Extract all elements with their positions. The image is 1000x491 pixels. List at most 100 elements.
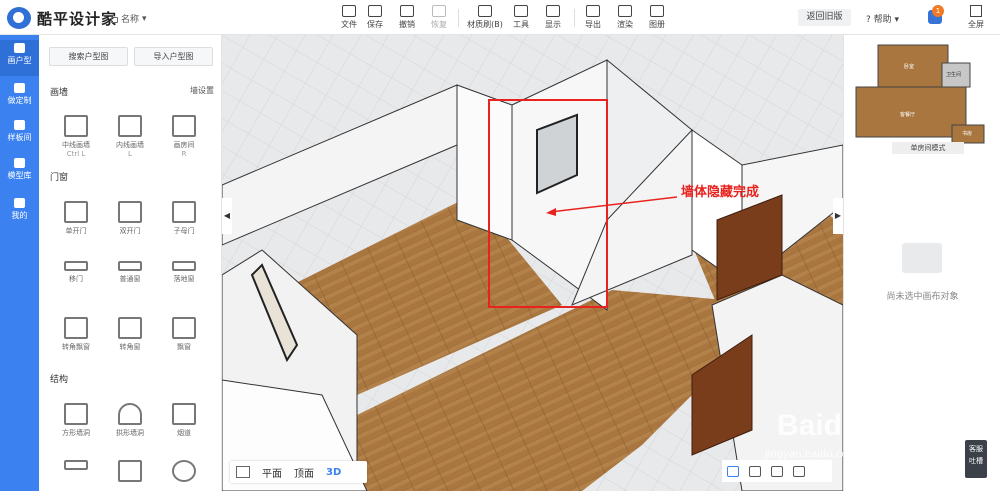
logo-text: 酷平设计家	[37, 9, 118, 28]
3d-viewport[interactable]: ◀ ▶	[222, 35, 843, 491]
album-icon	[650, 5, 664, 17]
tab-3d[interactable]: 3D	[320, 467, 347, 478]
lock-icon	[111, 16, 118, 23]
floorplan-icon	[14, 43, 25, 53]
tool-label: 拱形墙洞	[116, 429, 144, 437]
window-tool[interactable]: 普通窗	[103, 261, 157, 284]
brush-icon	[478, 5, 492, 17]
corner-window-icon	[118, 317, 142, 339]
room-label: 客餐厅	[900, 111, 915, 118]
fullscreen-button[interactable]: 全屏	[962, 3, 990, 30]
flue-tool[interactable]: 烟道	[157, 403, 211, 438]
tab-ceiling[interactable]: 顶面	[288, 465, 320, 480]
tool-label: 飘窗	[177, 343, 191, 351]
eye-icon	[546, 5, 560, 17]
wall-centerline-icon	[64, 115, 88, 137]
customer-service-button[interactable]: 客服 吐槽	[965, 440, 987, 478]
save-button[interactable]: 保存	[359, 3, 391, 33]
room-label: 卧室	[904, 63, 914, 70]
toolbar-divider	[458, 9, 459, 27]
search-floorplan-button[interactable]: 搜索户型图	[49, 47, 128, 66]
minimap[interactable]: 卧室 卫生间 客餐厅 书房 单房间模式	[850, 41, 996, 154]
innerline-wall-tool[interactable]: 内线画墙 L	[103, 115, 157, 159]
tools-button[interactable]: 工具	[505, 3, 537, 33]
single-room-mode-button[interactable]: 单房间模式	[892, 142, 964, 154]
nav-showroom[interactable]: 样板间	[0, 117, 39, 153]
tab-plan[interactable]: 平面	[256, 465, 288, 480]
zoom-out-icon[interactable]	[771, 465, 783, 477]
redo-icon	[432, 5, 446, 17]
tool-label: 方形墙洞	[62, 429, 90, 437]
nav-mine[interactable]: 我的	[0, 195, 39, 231]
top-toolbar: 酷平设计家 名称 ▾ 文件 保存 撤销 恢复 材质刷(B) 工具 显示 导出 渲…	[0, 0, 1000, 35]
doors-section-title: 门窗	[50, 173, 69, 183]
feedback-label: 吐槽	[969, 457, 983, 465]
fit-view-icon[interactable]	[793, 465, 805, 477]
album-button[interactable]: 图册	[641, 3, 673, 33]
material-brush-label: 材质刷(B)	[467, 20, 503, 29]
single-door-tool[interactable]: 单开门	[49, 201, 103, 236]
view-tools	[722, 460, 832, 482]
mother-son-door-icon	[172, 201, 196, 223]
album-label: 图册	[649, 20, 665, 29]
project-name-label: 名称	[121, 15, 140, 25]
corner-bay-window-tool[interactable]: 转角飘窗	[49, 317, 103, 352]
square-opening-icon	[64, 403, 88, 425]
mother-son-door-tool[interactable]: 子母门	[157, 201, 211, 236]
redo-button[interactable]: 恢复	[423, 3, 455, 33]
undo-label: 撤销	[399, 20, 415, 29]
collapse-left-button[interactable]: ◀	[222, 198, 232, 234]
user-icon	[14, 198, 25, 208]
display-button[interactable]: 显示	[537, 3, 569, 33]
wall-settings-link[interactable]: 墙设置	[190, 85, 214, 96]
nav-floorplan[interactable]: 画户型	[0, 40, 39, 76]
centerline-wall-tool[interactable]: 中线画墙 Ctrl L	[49, 115, 103, 159]
project-name[interactable]: 名称 ▾	[111, 12, 147, 25]
camera-mode-icon[interactable]	[727, 465, 739, 477]
house-icon	[14, 120, 25, 130]
view-mode-tabs: 平面 顶面 3D	[230, 461, 367, 483]
corner-window-tool[interactable]: 转角窗	[103, 317, 157, 352]
toolbar-divider	[574, 9, 575, 27]
tools-icon	[14, 83, 25, 93]
bay-window-tool[interactable]: 飘窗	[157, 317, 211, 352]
nav-showroom-label: 样板间	[7, 133, 32, 142]
square-opening-tool[interactable]: 方形墙洞	[49, 403, 103, 438]
zoom-in-icon[interactable]	[749, 465, 761, 477]
nav-floorplan-label: 画户型	[7, 56, 32, 65]
service-label: 客服	[969, 445, 983, 453]
double-door-tool[interactable]: 双开门	[103, 201, 157, 236]
export-button[interactable]: 导出	[577, 3, 609, 33]
import-floorplan-button[interactable]: 导入户型图	[134, 47, 213, 66]
display-label: 显示	[545, 20, 561, 29]
beam-tool[interactable]	[49, 460, 103, 474]
redo-label: 恢复	[431, 20, 447, 29]
draw-room-tool[interactable]: 画房间 R	[157, 115, 211, 159]
app-logo[interactable]: 酷平设计家	[7, 7, 117, 29]
round-pillar-tool[interactable]	[157, 460, 211, 486]
flue-icon	[172, 403, 196, 425]
undo-button[interactable]: 撤销	[391, 3, 423, 33]
hatch-icon[interactable]	[236, 466, 250, 478]
tool-label: 烟道	[177, 429, 191, 437]
file-label: 文件	[341, 20, 357, 29]
material-brush-button[interactable]: 材质刷(B)	[465, 3, 505, 33]
tool-label: 普通窗	[119, 275, 141, 283]
nav-model-library[interactable]: 模型库	[0, 155, 39, 191]
export-icon	[586, 5, 600, 17]
room-label: 书房	[962, 130, 972, 137]
help-menu[interactable]: ? 帮助 ▾	[866, 12, 899, 25]
arch-opening-icon	[118, 403, 142, 425]
render-button[interactable]: 渲染	[609, 3, 641, 33]
nav-mine-label: 我的	[11, 211, 28, 220]
arch-opening-tool[interactable]: 拱形墙洞	[103, 403, 157, 438]
collapse-right-button[interactable]: ▶	[833, 198, 843, 234]
tool-label: 单开门	[65, 227, 87, 235]
tool-shortcut: R	[181, 150, 187, 158]
pillar-tool[interactable]	[103, 460, 157, 486]
nav-custom[interactable]: 做定制	[0, 80, 39, 116]
floor-window-tool[interactable]: 落地窗	[157, 261, 211, 284]
old-version-button[interactable]: 返回旧版	[798, 9, 851, 26]
sliding-door-tool[interactable]: 移门	[49, 261, 103, 284]
save-icon	[368, 5, 382, 17]
